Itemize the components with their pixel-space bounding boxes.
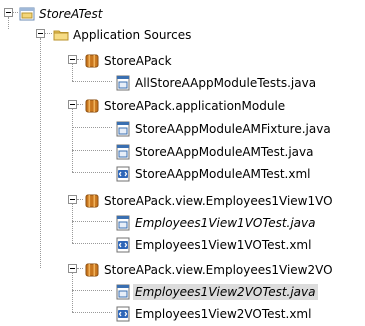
tree-node-label: Employees1View1VOTest.xml: [135, 238, 312, 252]
tree-connector: [40, 38, 41, 268]
app-sources-collapse-toggle[interactable]: [36, 29, 45, 38]
xml-file-icon: [116, 166, 130, 182]
tree-connector: [45, 33, 52, 34]
tree-node-label-selected: Employees1View2VOTest.java: [133, 284, 318, 300]
tree-connector: [72, 204, 73, 243]
tree-connector: [72, 172, 112, 173]
tree-connector: [72, 290, 112, 291]
package-collapse-toggle[interactable]: [68, 100, 77, 109]
tree-connector: [72, 109, 73, 172]
java-file-icon: [116, 215, 130, 231]
package-icon: [85, 99, 99, 113]
project-icon: [19, 7, 35, 21]
java-file-icon: [116, 144, 130, 160]
folder-icon: [53, 30, 69, 41]
tree-connector: [72, 243, 112, 244]
tree-connector: [72, 221, 112, 222]
tree-connector: [77, 199, 83, 200]
tree-node-label: StoreAAppModuleAMFixture.java: [135, 122, 331, 136]
xml-file-icon: [116, 237, 130, 253]
package-collapse-toggle[interactable]: [68, 264, 77, 273]
tree-connector: [72, 312, 112, 313]
tree-connector: [72, 150, 112, 151]
tree-node-label: StoreAPack.applicationModule: [104, 99, 286, 113]
tree-node-label: Employees1View2VOTest.xml: [135, 307, 312, 321]
tree-node-label: Application Sources: [73, 28, 192, 42]
tree-node-label: StoreAAppModuleAMTest.xml: [135, 167, 311, 181]
package-collapse-toggle[interactable]: [68, 55, 77, 64]
java-file-icon: [116, 75, 130, 91]
xml-file-icon: [116, 306, 130, 322]
tree-node-label: StoreAPack.view.Employees1View2VO: [104, 263, 333, 277]
package-icon: [85, 54, 99, 68]
project-tree: StoreATest Application Sources StoreAPac…: [0, 0, 365, 326]
tree-node-label: AllStoreAAppModuleTests.java: [135, 76, 317, 90]
tree-connector: [77, 104, 83, 105]
tree-node-label: StoreATest: [39, 7, 103, 21]
tree-connector: [72, 273, 73, 312]
package-collapse-toggle[interactable]: [68, 195, 77, 204]
tree-node-label: StoreAPack.view.Employees1View1VO: [104, 194, 333, 208]
root-collapse-toggle[interactable]: [4, 8, 13, 17]
tree-connector: [77, 268, 83, 269]
package-icon: [85, 194, 99, 208]
tree-connector: [72, 81, 112, 82]
tree-connector: [72, 127, 112, 128]
tree-connector: [8, 17, 9, 29]
tree-node-label: Employees1View1VOTest.java: [135, 216, 316, 230]
tree-connector: [13, 12, 18, 13]
package-icon: [85, 263, 99, 277]
tree-node-label: StoreAAppModuleAMTest.java: [135, 145, 314, 159]
java-file-icon: [116, 121, 130, 137]
java-file-icon: [116, 284, 130, 300]
tree-node-label: StoreAPack: [104, 54, 172, 68]
tree-connector: [72, 64, 73, 81]
tree-connector: [77, 59, 83, 60]
